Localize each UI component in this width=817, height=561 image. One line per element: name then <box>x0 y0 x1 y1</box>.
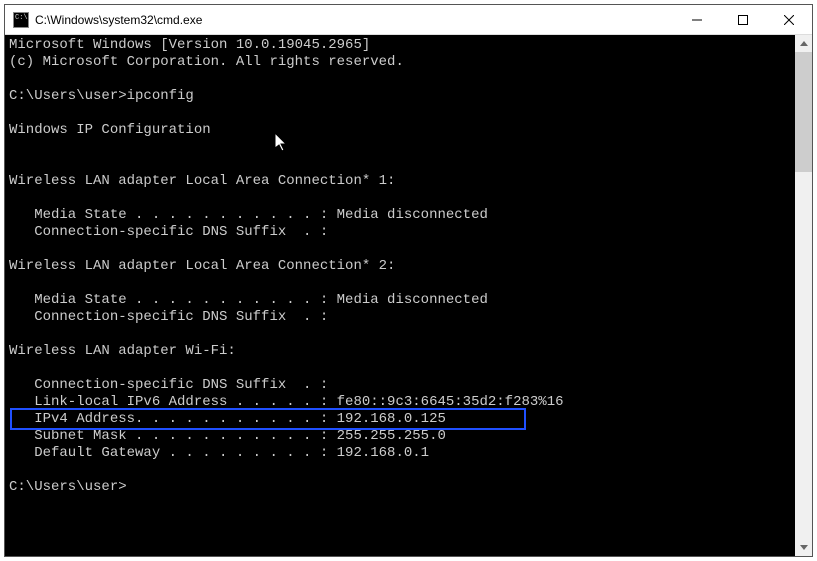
titlebar[interactable]: C:\Windows\system32\cmd.exe <box>5 5 812 35</box>
adapter-title: Wireless LAN adapter Wi-Fi: <box>9 343 236 359</box>
output-line: Connection-specific DNS Suffix . : <box>9 224 328 240</box>
adapter-title: Wireless LAN adapter Local Area Connecti… <box>9 258 395 274</box>
output-line: Link-local IPv6 Address . . . . . : fe80… <box>9 394 564 410</box>
close-button[interactable] <box>766 5 812 34</box>
adapter-title: Wireless LAN adapter Local Area Connecti… <box>9 173 395 189</box>
scroll-up-button[interactable] <box>795 35 812 52</box>
prompt-line: C:\Users\user>ipconfig <box>9 88 194 104</box>
ipv4-line: IPv4 Address. . . . . . . . . . . : 192.… <box>9 411 446 427</box>
vertical-scrollbar[interactable] <box>795 35 812 556</box>
cmd-window: C:\Windows\system32\cmd.exe Microsoft Wi… <box>4 4 813 557</box>
output-line: Microsoft Windows [Version 10.0.19045.29… <box>9 37 370 53</box>
output-line: Connection-specific DNS Suffix . : <box>9 309 328 325</box>
terminal-area: Microsoft Windows [Version 10.0.19045.29… <box>5 35 812 556</box>
output-line: Default Gateway . . . . . . . . . : 192.… <box>9 445 429 461</box>
minimize-button[interactable] <box>674 5 720 34</box>
output-line: Media State . . . . . . . . . . . : Medi… <box>9 207 488 223</box>
output-line: Subnet Mask . . . . . . . . . . . : 255.… <box>9 428 446 444</box>
window-controls <box>674 5 812 34</box>
output-line: Windows IP Configuration <box>9 122 211 138</box>
output-line: Media State . . . . . . . . . . . : Medi… <box>9 292 488 308</box>
terminal-output[interactable]: Microsoft Windows [Version 10.0.19045.29… <box>5 35 795 556</box>
prompt-line: C:\Users\user> <box>9 479 127 495</box>
scroll-down-button[interactable] <box>795 539 812 556</box>
output-line: (c) Microsoft Corporation. All rights re… <box>9 54 404 70</box>
output-line: Connection-specific DNS Suffix . : <box>9 377 328 393</box>
window-title: C:\Windows\system32\cmd.exe <box>35 13 674 27</box>
cmd-icon <box>13 12 29 28</box>
maximize-button[interactable] <box>720 5 766 34</box>
scroll-thumb[interactable] <box>795 52 812 172</box>
